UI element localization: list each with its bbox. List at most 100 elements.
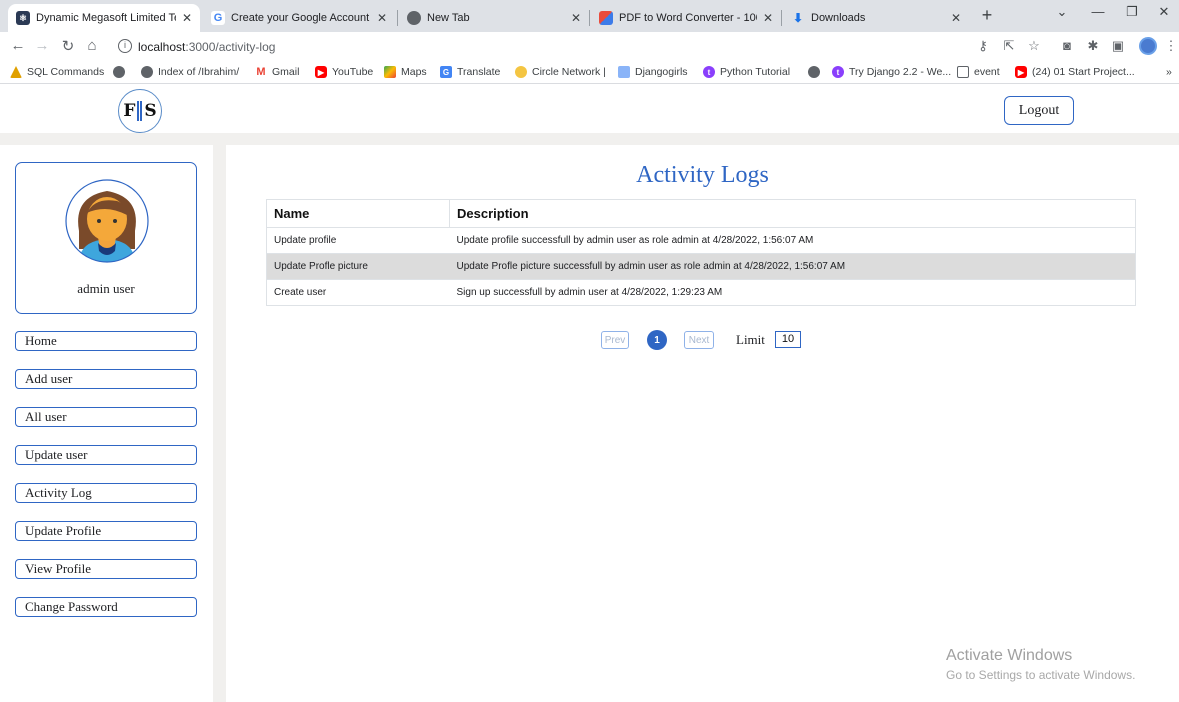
bookmark-translate[interactable]: G Translate — [440, 66, 500, 78]
cell-name: Create user — [266, 279, 450, 306]
restore-icon[interactable]: ❐ — [1120, 4, 1144, 20]
url-host: localhost — [138, 40, 186, 54]
close-tab-icon[interactable]: ✕ — [377, 11, 387, 25]
limit-input[interactable]: 10 — [775, 331, 801, 348]
reload-icon[interactable]: ↻ — [58, 37, 78, 55]
close-tab-icon[interactable]: ✕ — [763, 11, 773, 25]
sidebar-link-update-user[interactable]: Update user — [15, 445, 197, 465]
bookmark-globe-2[interactable] — [808, 66, 825, 78]
tab-downloads[interactable]: ⬇ Downloads ✕ — [783, 4, 969, 32]
bookmark-label: Maps — [401, 66, 427, 78]
back-icon[interactable]: ← — [8, 37, 28, 54]
maps-icon — [384, 66, 396, 78]
logo-letter-s: S — [144, 101, 157, 121]
tab-title: Downloads — [811, 12, 866, 24]
bookmark-gmail[interactable]: M Gmail — [255, 66, 299, 78]
tab-separator — [589, 10, 590, 26]
menu-dots-icon[interactable]: ⋮ — [1162, 38, 1179, 54]
bookmark-label: SQL Commands — [27, 66, 105, 78]
calendar-icon — [957, 66, 969, 78]
sidebar-link-activity-log[interactable]: Activity Log — [15, 483, 197, 503]
user-avatar-icon — [65, 179, 149, 263]
forward-icon[interactable]: → — [32, 37, 52, 54]
side-panel-icon[interactable]: ▣ — [1109, 38, 1127, 54]
bookmark-index-ibrahim[interactable]: Index of /Ibrahim/ — [141, 66, 239, 78]
bookmarks-more-icon: » — [1166, 66, 1172, 78]
fs-logo[interactable]: FS — [118, 89, 162, 133]
browser-profile-avatar[interactable] — [1139, 37, 1157, 55]
cell-name: Update Profle picture — [266, 253, 450, 280]
bookmark-djangogirls[interactable]: Djangogirls — [618, 66, 688, 78]
sidebar-link-update-profile[interactable]: Update Profile — [15, 521, 197, 541]
bookmark-label: Translate — [457, 66, 501, 78]
sidebar-panel: admin user Home Add user All user Update… — [0, 145, 213, 702]
bookmark-star-icon[interactable]: ☆ — [1025, 38, 1043, 54]
bookmark-label: Index of /Ibrahim/ — [158, 66, 240, 78]
home-icon[interactable]: ⌂ — [82, 37, 102, 54]
activity-log-table: Name Description Update profile Update p… — [266, 199, 1136, 306]
youtube-icon: ▶ — [315, 66, 327, 78]
tab-title: Dynamic Megasoft Limited Tech — [36, 12, 176, 24]
react-favicon-icon: ⚛ — [16, 11, 30, 25]
bookmark-label: Python Tutorial — [720, 66, 791, 78]
bookmark-python-tutorial[interactable]: t Python Tutorial — [703, 66, 790, 78]
tab-title: Create your Google Account — [231, 12, 370, 24]
browser-tab-strip: ⚛ Dynamic Megasoft Limited Tech ✕ G Crea… — [0, 0, 1179, 32]
translate-icon: G — [440, 66, 452, 78]
new-tab-icon[interactable]: + — [975, 5, 999, 26]
bookmark-youtube[interactable]: ▶ YouTube — [315, 66, 373, 78]
bookmark-sql-commands[interactable]: SQL Commands — [10, 66, 104, 78]
site-info-icon[interactable]: i — [118, 39, 132, 53]
bookmark-start-project[interactable]: ▶ (24) 01 Start Project... — [1015, 66, 1135, 78]
close-tab-icon[interactable]: ✕ — [951, 11, 961, 25]
logo-letter-f: F — [123, 101, 136, 121]
try-django-icon: t — [832, 66, 844, 78]
sidebar: admin user Home Add user All user Update… — [0, 145, 226, 702]
globe-icon — [113, 66, 125, 78]
sidebar-link-view-profile[interactable]: View Profile — [15, 559, 197, 579]
close-window-icon[interactable]: ✕ — [1152, 4, 1176, 20]
bookmarks-bar: SQL Commands Index of /Ibrahim/ M Gmail ▶… — [0, 62, 1179, 84]
bookmarks-overflow[interactable]: » — [1166, 66, 1172, 78]
profile-card: admin user — [15, 162, 197, 314]
close-tab-icon[interactable]: ✕ — [182, 11, 192, 25]
page-title: Activity Logs — [636, 162, 769, 188]
tab-google-account[interactable]: G Create your Google Account ✕ — [203, 4, 395, 32]
tab-pdf-converter[interactable]: PDF to Word Converter - 100% ✕ — [591, 4, 781, 32]
gmail-icon: M — [255, 66, 267, 78]
bookmark-label: (24) 01 Start Project... — [1032, 66, 1135, 78]
bookmark-circle-network[interactable]: Circle Network | — [515, 66, 606, 78]
tab-search-chevron-icon[interactable]: ⌄ — [1050, 4, 1074, 20]
column-header-name: Name — [266, 199, 450, 228]
minimize-icon[interactable]: — — [1086, 4, 1110, 19]
tab-title: New Tab — [427, 12, 470, 24]
app-header: FS Logout — [0, 85, 1179, 133]
logout-button[interactable]: Logout — [1004, 96, 1074, 125]
limit-label: Limit — [736, 332, 765, 347]
url-path: :3000/activity-log — [185, 40, 276, 54]
prev-page-button[interactable]: Prev — [601, 331, 629, 349]
close-tab-icon[interactable]: ✕ — [571, 11, 581, 25]
tab-new-tab[interactable]: New Tab ✕ — [399, 4, 589, 32]
book-icon — [618, 66, 630, 78]
key-icon[interactable]: ⚷ — [974, 38, 992, 54]
bookmark-try-django[interactable]: t Try Django 2.2 - We... — [832, 66, 951, 78]
bookmark-maps[interactable]: Maps — [384, 66, 427, 78]
sidebar-link-all-user[interactable]: All user — [15, 407, 197, 427]
extensions-icon[interactable]: ✱ — [1084, 38, 1102, 54]
url-text: localhost:3000/activity-log — [138, 40, 275, 54]
bookmark-event[interactable]: event — [957, 66, 1000, 78]
share-icon[interactable]: ⇱ — [1000, 38, 1018, 54]
activate-windows-title: Activate Windows — [946, 647, 1073, 664]
sidebar-link-add-user[interactable]: Add user — [15, 369, 197, 389]
tab-dynamic-megasoft[interactable]: ⚛ Dynamic Megasoft Limited Tech ✕ — [8, 4, 200, 32]
bookmark-label: YouTube — [332, 66, 374, 78]
cell-description: Update profile successfull by admin user… — [449, 227, 1136, 254]
bookmark-globe[interactable] — [113, 66, 130, 78]
next-page-button[interactable]: Next — [684, 331, 714, 349]
sidebar-link-change-password[interactable]: Change Password — [15, 597, 197, 617]
sidebar-link-home[interactable]: Home — [15, 331, 197, 351]
current-page-indicator[interactable]: 1 — [647, 330, 667, 350]
download-icon: ⬇ — [792, 11, 804, 25]
camera-icon[interactable]: ◙ — [1058, 38, 1076, 53]
